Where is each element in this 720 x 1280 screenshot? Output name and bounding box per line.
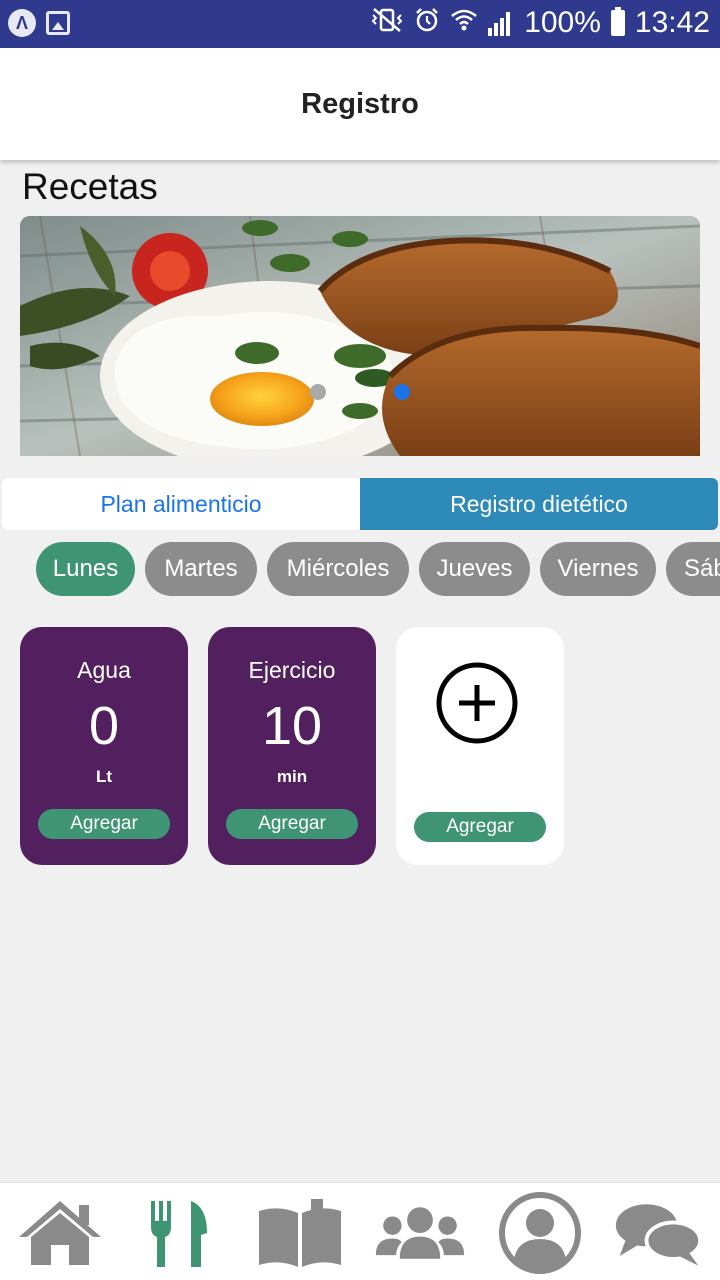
- app-a-icon: Λ: [8, 9, 36, 37]
- fried-egg-and-toast-photo: [20, 216, 700, 456]
- add-exercise-button[interactable]: Agregar: [226, 809, 358, 839]
- tab-plan-alimenticio[interactable]: Plan alimenticio: [2, 478, 360, 530]
- carousel-dot-1[interactable]: [310, 384, 326, 400]
- bottom-navigation: [0, 1182, 720, 1280]
- status-bar: Λ 100% 13:42: [0, 0, 720, 48]
- clock: 13:42: [634, 6, 710, 39]
- section-title: Recetas: [22, 166, 158, 207]
- day-chip-sabado[interactable]: Sáb: [666, 542, 720, 596]
- alarm-icon: [414, 7, 440, 40]
- nav-meals[interactable]: [134, 1193, 226, 1273]
- water-label: Agua: [77, 657, 131, 683]
- exercise-value: 10: [261, 696, 323, 756]
- day-chip-jueves[interactable]: Jueves: [419, 542, 530, 596]
- fork-knife-icon: [151, 1201, 207, 1267]
- water-card: Agua 0 Lt Agregar: [20, 627, 188, 865]
- battery-icon: [610, 7, 625, 36]
- image-icon: [46, 11, 70, 35]
- exercise-card: Ejercicio 10 min Agregar: [208, 627, 376, 865]
- add-water-button[interactable]: Agregar: [38, 809, 170, 839]
- tab-registro-dietetico[interactable]: Registro dietético: [360, 478, 718, 530]
- page-title: Registro: [301, 87, 419, 120]
- nav-community[interactable]: [374, 1193, 466, 1273]
- nav-library[interactable]: [254, 1193, 346, 1273]
- water-value: 0: [88, 696, 120, 756]
- profile-icon: [499, 1192, 581, 1274]
- signal-icon: [488, 10, 514, 36]
- group-icon: [375, 1207, 465, 1259]
- wifi-icon: [450, 7, 478, 40]
- exercise-unit: min: [276, 767, 308, 786]
- chat-icon: [615, 1204, 703, 1266]
- day-chip-martes[interactable]: Martes: [145, 542, 257, 596]
- day-chip-lunes[interactable]: Lunes: [36, 542, 135, 596]
- day-chip-viernes[interactable]: Viernes: [540, 542, 656, 596]
- nav-home[interactable]: [14, 1193, 106, 1273]
- exercise-label: Ejercicio: [248, 657, 336, 683]
- vibrate-mute-icon: [370, 7, 404, 40]
- water-unit: Lt: [95, 767, 113, 786]
- day-chip-miercoles[interactable]: Miércoles: [267, 542, 409, 596]
- day-selector: Lunes Martes Miércoles Jueves Viernes Sá…: [0, 542, 720, 598]
- nav-chat[interactable]: [612, 1193, 704, 1273]
- book-icon: [259, 1199, 341, 1267]
- add-item-card: Agregar: [396, 627, 564, 865]
- add-item-button[interactable]: Agregar: [414, 812, 546, 842]
- recipe-banner[interactable]: [20, 216, 700, 456]
- nav-profile[interactable]: [494, 1192, 586, 1274]
- plus-circle-icon[interactable]: [435, 661, 519, 745]
- carousel-dot-2[interactable]: [394, 384, 410, 400]
- app-bar: Registro: [0, 48, 720, 160]
- home-icon: [19, 1201, 101, 1265]
- diet-tabs: Plan alimenticio Registro dietético: [2, 478, 718, 530]
- battery-percent: 100%: [524, 6, 601, 39]
